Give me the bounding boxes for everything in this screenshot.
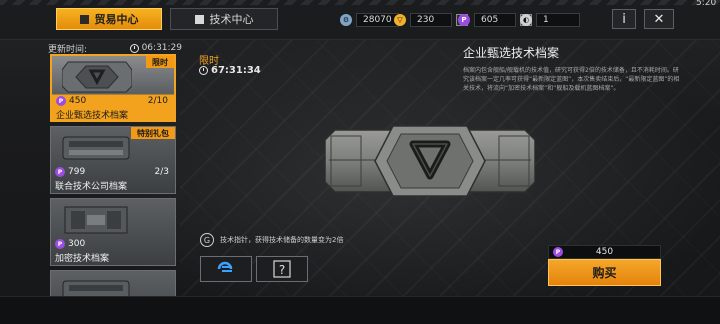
triangle-coin-icon: ▽: [394, 14, 406, 26]
item-name: 企业甄选技术档案: [56, 111, 129, 121]
limited-badge: 限时: [146, 56, 174, 68]
refresh-timer: 06:31:29: [129, 43, 182, 53]
close-icon: ✕: [653, 11, 665, 27]
purple-p-coin-icon: P: [55, 239, 65, 249]
item-count: 2/10: [147, 96, 168, 106]
refresh-label: 更新时间:: [48, 44, 88, 55]
purple-p-coin-icon: P: [553, 247, 563, 257]
item-price: P 300: [55, 239, 85, 249]
bottom-bar: [0, 296, 720, 324]
trade-tab-icon: [79, 14, 89, 24]
refresh-header: 更新时间: 06:31:29: [48, 41, 182, 55]
tip-text: 技术指针，获得技术储备的数量变为2倍: [220, 236, 344, 244]
item-count: 2/3: [154, 167, 169, 177]
blue-tech-icon: [217, 261, 233, 272]
item-price-value: 799: [68, 167, 86, 177]
crate-thumbnail: [62, 61, 132, 93]
purple-p-coin-icon: P: [56, 96, 66, 106]
tab-trade-center[interactable]: 贸易中心: [56, 8, 162, 30]
tech-tab-icon: [194, 14, 204, 24]
purple-p-coin-icon: P: [458, 14, 470, 26]
item-price: P 450: [56, 96, 86, 106]
crate-thumbnail: [64, 206, 128, 234]
question-icon: ?: [273, 260, 291, 278]
info-button[interactable]: i: [612, 9, 636, 29]
info-icon: i: [622, 11, 626, 27]
tab-tech-label: 技术中心: [209, 13, 254, 26]
limited-timer: 67:31:34: [199, 65, 261, 76]
list-item-enterprise-archive[interactable]: 限时 P 450 2/10 企业甄选技术档案: [50, 54, 176, 122]
item-name: 加密技术档案: [55, 254, 110, 264]
currency-purple-value: 605: [474, 13, 516, 27]
special-pack-badge: 特别礼包: [131, 127, 175, 139]
refresh-timer-value: 06:31:29: [141, 43, 182, 53]
buy-price: P 450: [548, 245, 661, 259]
product-list[interactable]: 限时 P 450 2/10 企业甄选技术档案 特别礼包 P 799 2/3 联合…: [48, 54, 178, 304]
item-price-value: 450: [69, 96, 87, 106]
tech-pointer-tip: G 技术指针，获得技术储备的数量变为2倍: [200, 232, 343, 248]
crate-preview-image: [325, 125, 535, 197]
system-clock: 5:20: [696, 0, 717, 8]
help-button[interactable]: ?: [256, 256, 308, 282]
crate-thumbnail: [62, 136, 130, 160]
currency-half-circle: ◐ 1: [520, 12, 580, 28]
gear-coin-icon: ⚙: [340, 14, 352, 26]
buy-button[interactable]: 购买: [548, 259, 661, 286]
tab-tech-center[interactable]: 技术中心: [170, 8, 278, 30]
top-bar: 贸易中心 技术中心 ⚙ 28070 ▽ 230 + P 605 + ◐ 1 i …: [0, 0, 720, 40]
currency-triangle: ▽ 230 +: [394, 12, 468, 28]
buy-price-value: 450: [595, 247, 614, 257]
product-description: 档案内包含舰船/舰载机的技术值，研究可获得2倍的技术储备，且不消耗时间。研究该档…: [463, 67, 680, 92]
list-item-encrypted-archive[interactable]: P 300 加密技术档案: [50, 198, 176, 266]
currency-triangle-value: 230: [410, 13, 452, 27]
clock-icon: [199, 66, 208, 75]
clock-icon: [129, 43, 139, 53]
currency-gear: ⚙ 28070: [340, 12, 399, 28]
close-button[interactable]: ✕: [644, 9, 674, 29]
purple-p-coin-icon: P: [55, 167, 65, 177]
currency-half-circle-value: 1: [536, 13, 580, 27]
item-price: P 799: [55, 167, 85, 177]
top-bar-stripe: [0, 0, 720, 5]
item-price-value: 300: [68, 239, 86, 249]
product-title: 企业甄选技术档案: [463, 46, 560, 60]
currency-gear-value: 28070: [356, 13, 399, 27]
item-name: 联合技术公司档案: [55, 182, 128, 192]
limited-timer-value: 67:31:34: [211, 65, 261, 76]
half-circle-coin-icon: ◐: [520, 14, 532, 26]
tab-trade-label: 贸易中心: [94, 13, 139, 26]
tech-pointer-icon: G: [200, 233, 214, 247]
svg-text:?: ?: [279, 263, 285, 277]
tech-pointer-button[interactable]: [200, 256, 252, 282]
list-item-joint-archive[interactable]: 特别礼包 P 799 2/3 联合技术公司档案: [50, 126, 176, 194]
